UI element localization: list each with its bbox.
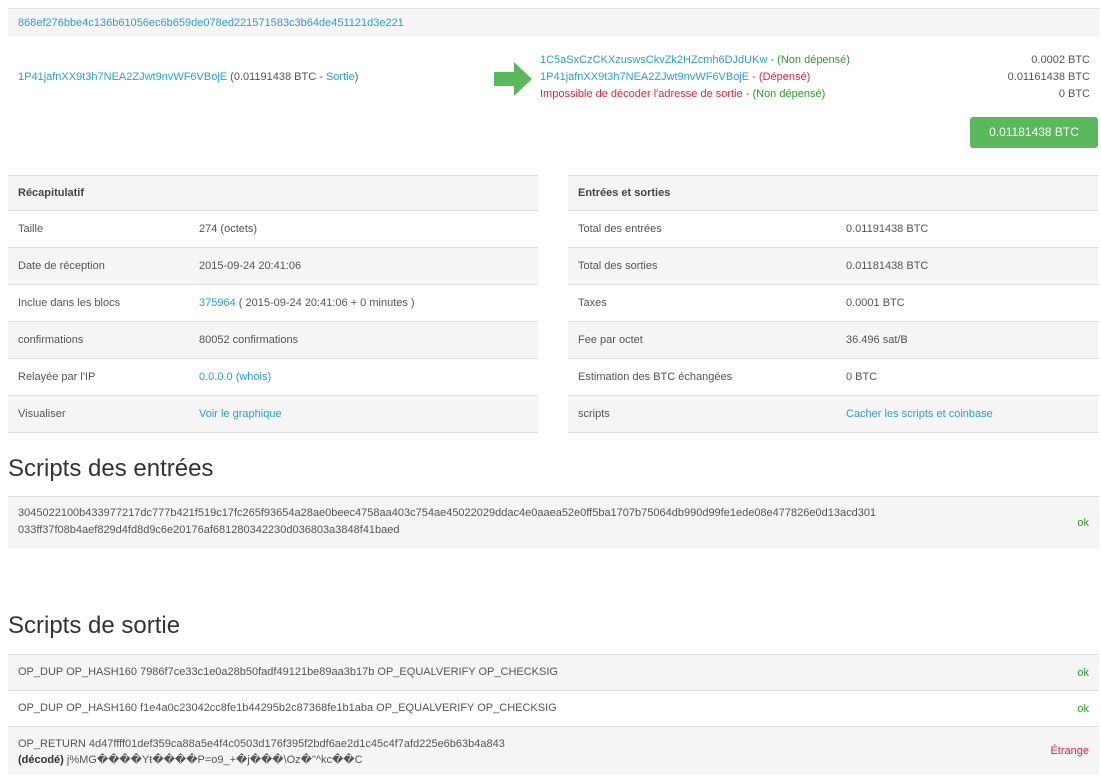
output-address-undecodable: Impossible de décoder l'adresse de sorti… — [540, 88, 743, 100]
script-line-1: OP_RETURN 4d47ffff01def359ca88a5e4f4c050… — [18, 738, 505, 750]
script-row: OP_RETURN 4d47ffff01def359ca88a5e4f4c050… — [8, 727, 1099, 776]
io-row-scripts: scripts Cacher les scripts et coinbase — [568, 395, 1098, 433]
row-label: Date de réception — [18, 260, 105, 272]
row-value: ( 2015-09-24 20:41:06 + 0 minutes ) — [235, 297, 415, 309]
row-label: Fee par octet — [578, 334, 643, 346]
input-address-block: 1P41jafnXX9t3h7NEA2ZJwt9nvWF6VBojE (0.01… — [18, 71, 358, 83]
io-title: Entrées et sorties — [568, 176, 1098, 210]
script-line-2: 033ff37f08b4aef829d4fd8d9c6e20176af68128… — [18, 524, 400, 536]
summary-panel: Récapitulatif Taille 274 (octets) Date de… — [8, 175, 538, 433]
output-end: ) — [846, 54, 850, 66]
output-scripts-heading: Scripts de sortie — [8, 612, 181, 639]
output-sep: - ( — [767, 54, 781, 66]
row-value: 274 (octets) — [199, 223, 258, 235]
summary-title: Récapitulatif — [8, 176, 538, 210]
script-status: ok — [1077, 703, 1089, 715]
row-label: confirmations — [18, 334, 84, 346]
row-label: Taxes — [578, 297, 607, 309]
output-address-link[interactable]: 1P41jafnXX9t3h7NEA2ZJwt9nvWF6VBojE — [540, 71, 749, 83]
input-scripts-heading: Scripts des entrées — [8, 455, 214, 482]
output-amount: 0.01161438 BTC — [1007, 71, 1090, 83]
input-address-link[interactable]: 1P41jafnXX9t3h7NEA2ZJwt9nvWF6VBojE — [18, 71, 227, 83]
script-row: 3045022100b433977217dc777b421f519c17fc26… — [8, 497, 1099, 550]
whois-link[interactable]: 0.0.0.0 (whois) — [199, 359, 271, 395]
row-value: 2015-09-24 20:41:06 — [199, 260, 302, 272]
script-status: Étrange — [1050, 745, 1089, 757]
input-paren: ) — [354, 71, 359, 83]
summary-row-confirmations: confirmations 80052 confirmations — [8, 321, 538, 358]
io-row-total-outputs: Total des sorties 0.01181438 BTC — [568, 247, 1098, 284]
output-row: 1P41jafnXX9t3h7NEA2ZJwt9nvWF6VBojE - (Dé… — [540, 71, 1100, 88]
row-label: Estimation des BTC échangées — [578, 371, 733, 383]
row-label: Visualiser — [18, 408, 66, 420]
output-status: Non dépensé — [780, 54, 847, 66]
io-row-total-inputs: Total des entrées 0.01191438 BTC — [568, 210, 1098, 247]
row-label: Total des sorties — [578, 260, 658, 272]
tx-hash-link[interactable]: 868ef276bbe4c136b61056ec6b659de078ed2215… — [18, 17, 404, 29]
hide-scripts-link[interactable]: Cacher les scripts et coinbase — [846, 396, 993, 432]
row-value: 0.0001 BTC — [846, 297, 905, 309]
row-value: 80052 confirmations — [199, 334, 299, 346]
output-scripts-list: OP_DUP OP_HASH160 7986f7ce33c1e0a28b50fa… — [8, 654, 1099, 776]
script-line-1: OP_DUP OP_HASH160 7986f7ce33c1e0a28b50fa… — [18, 666, 558, 678]
output-row: Impossible de décoder l'adresse de sorti… — [540, 88, 1100, 105]
script-line-1: OP_DUP OP_HASH160 f1e4a0c23042cc8fe1b442… — [18, 702, 557, 714]
row-value: 0.01191438 BTC — [846, 223, 929, 235]
tx-hash-bar: 868ef276bbe4c136b61056ec6b659de078ed2215… — [8, 8, 1099, 37]
script-row: OP_DUP OP_HASH160 f1e4a0c23042cc8fe1b442… — [8, 691, 1099, 727]
script-status: ok — [1077, 667, 1089, 679]
script-row: OP_DUP OP_HASH160 7986f7ce33c1e0a28b50fa… — [8, 655, 1099, 691]
input-sortie-link[interactable]: Sortie — [326, 71, 355, 83]
io-row-estimated: Estimation des BTC échangées 0 BTC — [568, 358, 1098, 395]
row-label: Inclue dans les blocs — [18, 297, 121, 309]
script-line-1: 3045022100b433977217dc777b421f519c17fc26… — [18, 507, 877, 519]
output-amount: 0.0002 BTC — [1031, 54, 1090, 66]
output-sep: - ( — [742, 88, 757, 100]
output-address-link[interactable]: 1C5aSxCzCKXzuswsCkvZk2HZcmh6DJdUKw — [540, 54, 767, 66]
row-label: Total des entrées — [578, 223, 662, 235]
block-link[interactable]: 375964 — [199, 297, 236, 309]
output-row: 1C5aSxCzCKXzuswsCkvZk2HZcmh6DJdUKw - (No… — [540, 54, 1100, 71]
view-graph-link[interactable]: Voir le graphique — [199, 396, 282, 432]
row-value: 0.01181438 BTC — [846, 260, 929, 272]
script-decoded: (décodé) j%MG����Yŧ����P=o9_+�j���\Oz�"^… — [18, 753, 363, 768]
row-value: 36.496 sat/B — [846, 334, 908, 346]
summary-row-date: Date de réception 2015-09-24 20:41:06 — [8, 247, 538, 284]
script-status: ok — [1077, 517, 1089, 529]
output-sep: - ( — [749, 71, 763, 83]
input-amount: (0.01191438 BTC - — [227, 71, 326, 83]
row-value: 0 BTC — [846, 371, 878, 383]
row-label: Relayée par l'IP — [18, 371, 96, 383]
io-row-fee-per-byte: Fee par octet 36.496 sat/B — [568, 321, 1098, 358]
row-label: Taille — [18, 223, 44, 235]
output-status: Non dépensé — [756, 88, 822, 100]
output-status[interactable]: Dépensé — [763, 71, 807, 83]
decoded-label: (décodé) — [18, 754, 64, 766]
output-end: ) — [806, 71, 811, 83]
decoded-value: j%MG����Yŧ����P=o9_+�j���\Oz�"^kc��C — [63, 754, 363, 766]
summary-row-relayed: Relayée par l'IP 0.0.0.0 (whois) — [8, 358, 538, 395]
input-scripts-list: 3045022100b433977217dc777b421f519c17fc26… — [8, 496, 1099, 550]
io-row-fees: Taxes 0.0001 BTC — [568, 284, 1098, 321]
summary-row-size: Taille 274 (octets) — [8, 210, 538, 247]
arrow-right-icon — [494, 62, 532, 96]
io-panel: Entrées et sorties Total des entrées 0.01… — [568, 175, 1098, 433]
row-label: scripts — [578, 408, 610, 420]
summary-row-block: Inclue dans les blocs 375964 ( 2015-09-24… — [8, 284, 538, 321]
summary-row-visualize: Visualiser Voir le graphique — [8, 395, 538, 433]
total-output-button[interactable]: 0.01181438 BTC — [970, 117, 1098, 148]
output-end: ) — [821, 88, 826, 100]
output-amount: 0 BTC — [1058, 88, 1090, 100]
outputs-list: 1C5aSxCzCKXzuswsCkvZk2HZcmh6DJdUKw - (No… — [540, 54, 1100, 105]
